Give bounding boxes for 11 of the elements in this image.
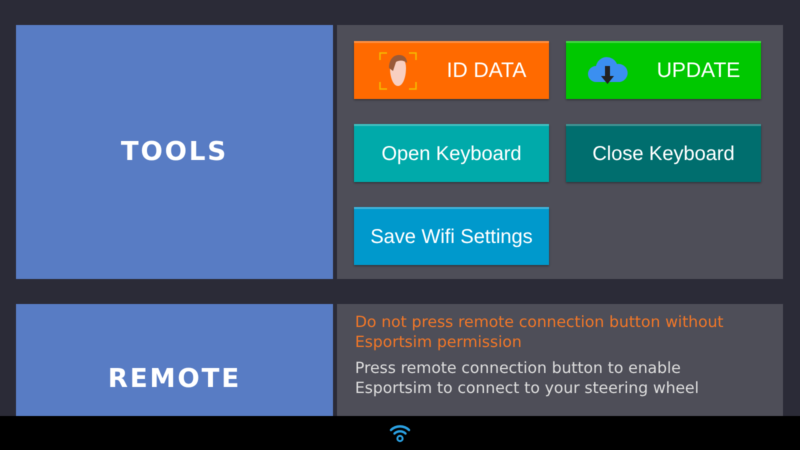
info-text: Press remote connection button to enable Esportsim to connect to your steering wheel (355, 358, 700, 398)
section-title: TOOLS (120, 137, 228, 167)
action-button[interactable]: Close Keyboard (566, 124, 761, 182)
action-button[interactable]: Open Keyboard (354, 124, 549, 182)
warning-text: Do not press remote connection button without Esportsim permission (355, 312, 724, 352)
action-button[interactable]: Save Wifi Settings (354, 207, 549, 265)
wifi-icon (389, 422, 411, 444)
section-title: REMOTE (108, 364, 242, 394)
id-data-button[interactable]: ID DATA (354, 41, 549, 99)
person-scan-icon (376, 50, 419, 92)
update-button[interactable]: UPDATE (566, 41, 761, 99)
